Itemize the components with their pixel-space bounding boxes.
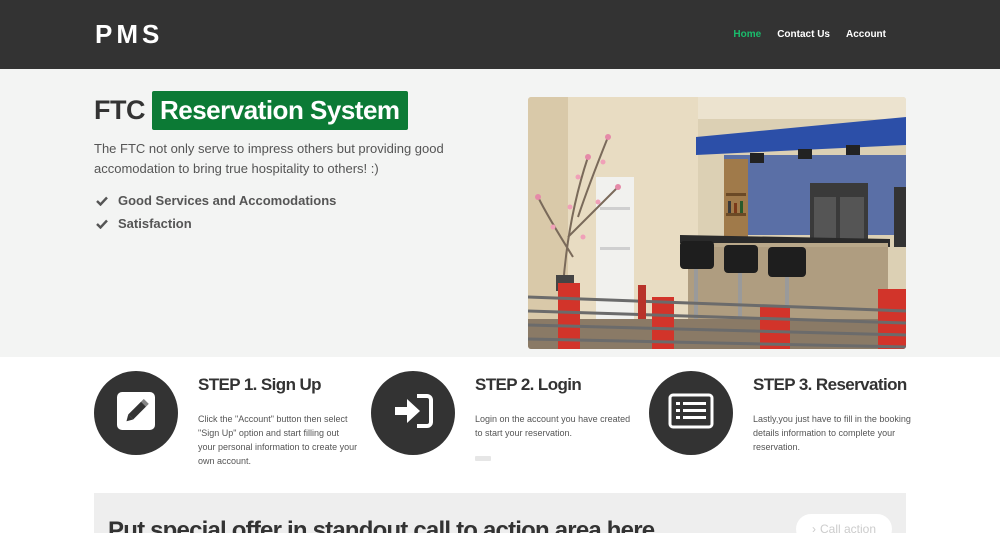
steps-section: STEP 1. Sign Up Click the "Account" butt… [0, 357, 1000, 492]
step-icon-circle [371, 371, 455, 455]
step-title: STEP 2. Login [475, 375, 582, 394]
hero-title: FTC Reservation System [94, 90, 408, 131]
cta-text: Put special offer in standout call to ac… [108, 517, 655, 533]
step-icon-circle [94, 371, 178, 455]
hero-title-plain: FTC [94, 95, 145, 125]
feature-item: Good Services and Accomodations [96, 189, 336, 212]
nav-home[interactable]: Home [733, 29, 761, 40]
step-sign-up: STEP 1. Sign Up Click the "Account" butt… [94, 371, 364, 491]
feature-list: Good Services and Accomodations Satisfac… [96, 189, 336, 235]
top-navbar: PMS Home Contact Us Account [0, 0, 1000, 69]
call-action-button[interactable]: › Call action [796, 514, 892, 533]
nav-contact-us[interactable]: Contact Us [777, 29, 830, 40]
hotel-lounge-photo [528, 97, 906, 349]
brand-logo[interactable]: PMS [95, 19, 163, 50]
step-description: Click the "Account" button then select "… [198, 414, 358, 466]
feature-label: Good Services and Accomodations [118, 193, 337, 208]
hero-section: FTC Reservation System The FTC not only … [0, 69, 1000, 357]
nav-account[interactable]: Account [846, 29, 886, 40]
chevron-right-icon: › [811, 522, 816, 533]
hero-description: The FTC not only serve to impress others… [94, 141, 444, 176]
feature-item: Satisfaction [96, 212, 336, 235]
step-description: Lastly,you just have to fill in the book… [753, 414, 911, 452]
step-login: STEP 2. Login Login on the account you h… [371, 371, 641, 491]
check-icon [96, 219, 110, 229]
main-nav: Home Contact Us Account [733, 29, 886, 40]
check-icon [96, 196, 110, 206]
step-reservation: STEP 3. Reservation Lastly,you just have… [649, 371, 919, 491]
step-icon-circle [649, 371, 733, 455]
list-icon [668, 393, 714, 434]
step-title: STEP 3. Reservation [753, 375, 907, 394]
pencil-icon [117, 391, 155, 435]
step-description: Login on the account you have created to… [475, 414, 631, 438]
call-to-action-banner: Put special offer in standout call to ac… [94, 493, 906, 533]
step-title: STEP 1. Sign Up [198, 375, 322, 394]
step-placeholder-bar [475, 456, 491, 461]
sign-in-icon [393, 393, 433, 433]
call-action-label: Call action [819, 522, 877, 533]
hero-title-highlight: Reservation System [151, 91, 408, 130]
feature-label: Satisfaction [118, 216, 192, 231]
